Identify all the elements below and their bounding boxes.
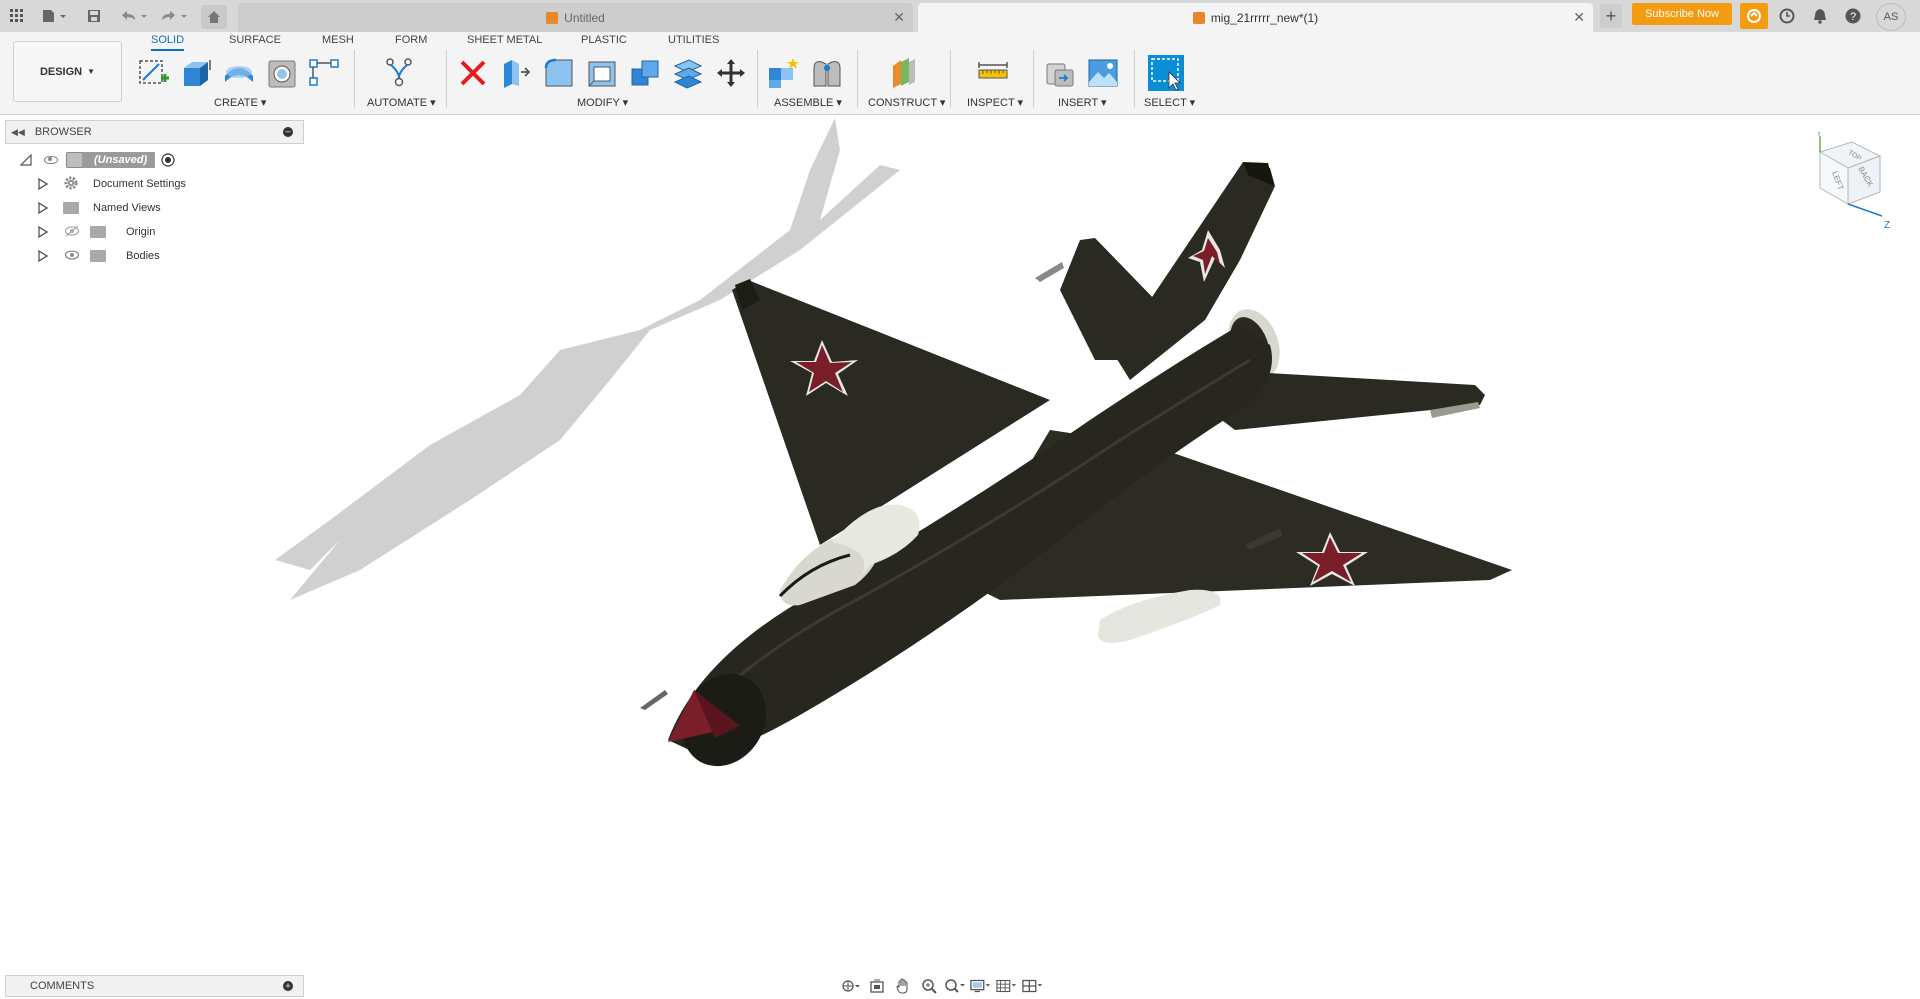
viewports-icon[interactable] [1022,977,1044,995]
undo-icon[interactable] [118,6,150,26]
close-icon[interactable]: ✕ [1573,9,1585,26]
construct-label: CONSTRUCT [868,97,937,109]
hole-icon[interactable] [265,56,299,90]
combine-icon[interactable] [628,56,662,90]
chevron-down-icon: ▼ [87,67,96,76]
tab-untitled[interactable]: Untitled ✕ [238,3,913,32]
assemble-menu[interactable]: ASSEMBLE ▾ [774,96,842,109]
grid-settings-icon[interactable] [996,977,1018,995]
automate-menu[interactable]: AUTOMATE ▾ [367,96,436,109]
tab-document[interactable]: mig_21rrrrr_new*(1) ✕ [918,3,1593,32]
subscribe-button[interactable]: Subscribe Now [1632,3,1732,25]
fillet-icon[interactable] [542,56,576,90]
create-menu[interactable]: CREATE ▾ [214,96,266,109]
select-label: SELECT [1144,97,1187,109]
tab-solid[interactable]: SOLID [151,34,185,51]
orbit-icon[interactable] [840,977,862,995]
display-settings-icon[interactable] [970,977,992,995]
fit-icon[interactable] [944,977,966,995]
tab-label: mig_21rrrrr_new*(1) [1210,10,1319,25]
inspect-label: INSPECT [967,97,1015,109]
measure-icon[interactable] [976,56,1010,90]
tab-form[interactable]: FORM [395,34,427,46]
redo-icon[interactable] [158,6,190,26]
add-comment-icon[interactable]: + [283,981,293,991]
divider [950,50,951,108]
tab-plastic[interactable]: PLASTIC [581,34,627,46]
divider [857,50,858,108]
tab-surface[interactable]: SURFACE [229,34,281,46]
tab-utilities[interactable]: UTILITIES [668,34,719,46]
modify-menu[interactable]: MODIFY ▾ [577,96,628,109]
zoom-icon[interactable] [918,977,940,995]
create-sketch-icon[interactable] [137,56,171,90]
divider [1033,50,1034,108]
assemble-label: ASSEMBLE [774,97,834,109]
home-icon[interactable] [201,5,227,29]
canvas-viewport[interactable] [0,114,1920,974]
svg-text:?: ? [1850,11,1856,23]
axis-z-label: Z [1884,220,1890,231]
comments-panel-header[interactable]: COMMENTS + [5,975,304,997]
press-pull-icon[interactable] [499,56,533,90]
tab-sheet-metal[interactable]: SHEET METAL [467,34,542,46]
modify-label: MODIFY [577,97,620,109]
help-icon[interactable]: ? [1843,6,1863,26]
insert-menu[interactable]: INSERT ▾ [1058,96,1107,109]
delete-icon[interactable] [456,56,490,90]
automate-icon[interactable] [382,56,416,90]
select-icon[interactable] [1147,54,1185,92]
look-at-icon[interactable] [866,977,888,995]
insert-derive-icon[interactable] [1043,56,1077,90]
viewcube[interactable]: LEFT BACK TOP Y Z [1812,128,1896,232]
save-icon[interactable] [85,6,103,26]
learning-icon[interactable] [1740,3,1768,29]
offset-faces-icon[interactable] [671,56,705,90]
insert-canvas-icon[interactable] [1086,56,1120,90]
notifications-icon[interactable] [1810,6,1830,26]
divider [1134,50,1135,108]
document-icon [1192,11,1205,24]
title-bar: Untitled ✕ mig_21rrrrr_new*(1) ✕ + Subsc… [0,0,1920,32]
workspace-label: DESIGN [39,65,83,78]
new-tab-icon[interactable]: + [1600,4,1622,28]
file-menu-icon[interactable] [40,6,70,26]
user-avatar[interactable]: AS [1876,3,1906,31]
offset-plane-icon[interactable] [887,56,921,90]
inspect-menu[interactable]: INSPECT ▾ [967,96,1023,109]
insert-label: INSERT [1058,97,1098,109]
divider [446,50,447,108]
document-icon [546,11,559,24]
joint-icon[interactable] [810,56,844,90]
workspace-switcher[interactable]: DESIGN ▼ [13,41,122,102]
new-component-icon[interactable] [766,56,800,90]
navigation-bar [840,975,1080,997]
app-grid-icon[interactable] [8,6,26,26]
close-icon[interactable]: ✕ [893,9,905,26]
select-menu[interactable]: SELECT ▾ [1144,96,1195,109]
automate-label: AUTOMATE [367,97,428,109]
pattern-icon[interactable] [307,56,341,90]
tab-label: Untitled [564,10,605,25]
divider [757,50,758,108]
create-label: CREATE [214,97,258,109]
pan-icon[interactable] [892,977,914,995]
revolve-icon[interactable] [222,56,256,90]
comments-title: COMMENTS [30,980,95,992]
axis-y-label: Y [1816,132,1822,138]
tab-mesh[interactable]: MESH [322,34,354,46]
move-icon[interactable] [714,56,748,90]
extrude-icon[interactable] [180,56,214,90]
shell-icon[interactable] [585,56,619,90]
construct-menu[interactable]: CONSTRUCT ▾ [868,96,945,109]
divider [354,50,355,108]
job-status-icon[interactable] [1777,6,1797,26]
